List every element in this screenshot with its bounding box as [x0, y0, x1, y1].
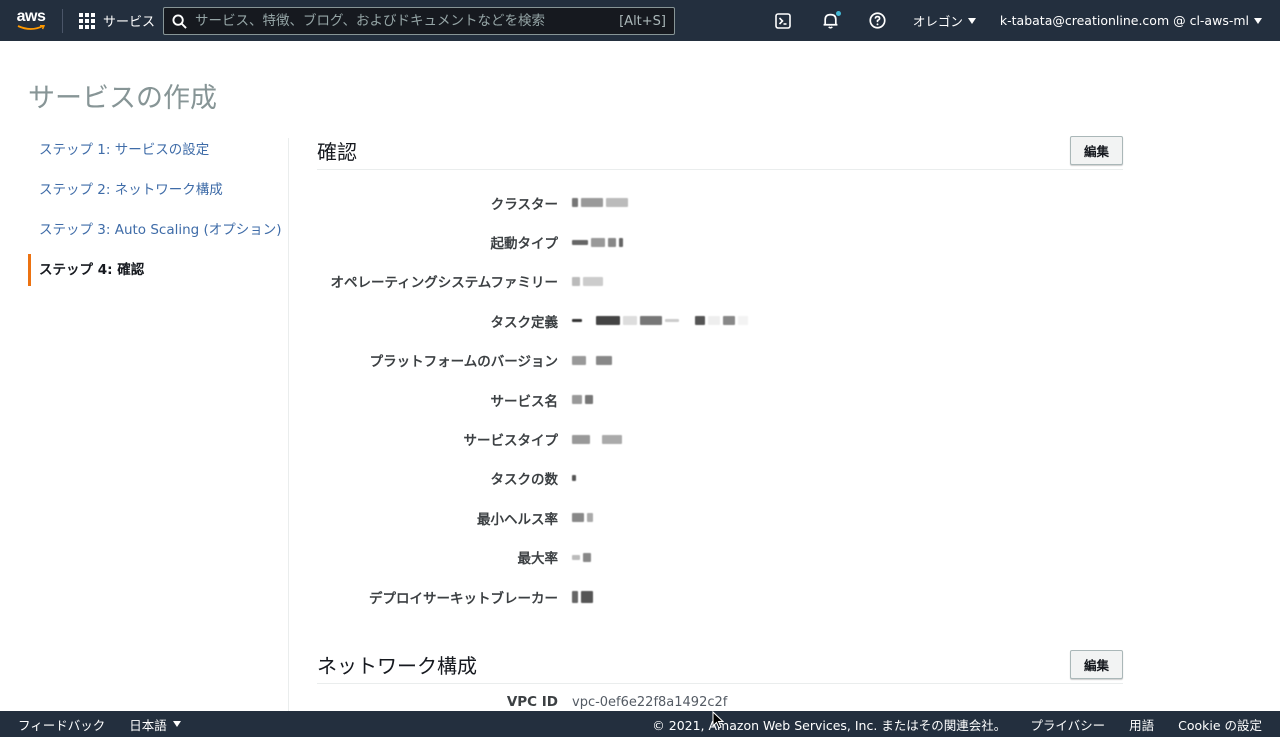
terms-link[interactable]: 用語 [1129, 715, 1154, 734]
redacted-value [572, 355, 612, 365]
redacted-value [572, 198, 628, 208]
redacted-value [572, 237, 623, 247]
review-row-task-definition: タスク定義 [317, 301, 1123, 340]
search-icon [172, 13, 187, 29]
services-menu-button[interactable]: サービス [63, 0, 171, 41]
feedback-link[interactable]: フィードバック [18, 715, 105, 734]
step-4-current: ステップ 4: 確認 [28, 254, 288, 286]
row-label: オペレーティングシステムファミリー [330, 275, 558, 292]
account-menu[interactable]: k-tabata@creationline.com @ cl-aws-ml [988, 0, 1280, 41]
row-label: 起動タイプ [490, 236, 559, 253]
aws-smile-icon [17, 25, 45, 30]
cloudshell-icon [775, 12, 792, 29]
review-row-service-name: サービス名 [317, 380, 1123, 419]
redacted-value [572, 552, 591, 562]
footer: フィードバック 日本語 © 2021, Amazon Web Services,… [0, 711, 1280, 737]
review-row-task-count: タスクの数 [317, 459, 1123, 498]
row-label: サービスタイプ [463, 433, 559, 450]
review-row-cluster: クラスター [317, 183, 1123, 222]
review-row-min-healthy: 最小ヘルス率 [317, 498, 1123, 537]
row-label: 最大率 [517, 551, 559, 568]
notifications-button[interactable] [807, 0, 854, 41]
step-1-link[interactable]: ステップ 1: サービスの設定 [28, 134, 288, 166]
redacted-value [572, 395, 593, 405]
caret-down-icon [1254, 17, 1262, 24]
language-label: 日本語 [129, 717, 167, 733]
review-row-platform-version: プラットフォームのバージョン [317, 341, 1123, 380]
network-title: ネットワーク構成 [317, 654, 477, 678]
mouse-cursor-icon [712, 711, 724, 729]
redacted-value [572, 590, 593, 603]
redacted-value [572, 475, 576, 482]
account-label: k-tabata@creationline.com @ cl-aws-ml [999, 13, 1249, 28]
search-input[interactable] [195, 13, 620, 29]
row-label: デプロイサーキットブレーカー [369, 590, 558, 607]
row-label: 最小ヘルス率 [477, 511, 558, 528]
vpc-id-value: vpc-0ef6e22f8a1492c2f [572, 694, 728, 710]
review-title: 確認 [317, 140, 357, 164]
cloudshell-button[interactable] [760, 0, 807, 41]
page-title: サービスの作成 [28, 83, 217, 114]
redacted-value [572, 316, 748, 326]
search-shortcut-hint: [Alt+S] [619, 13, 666, 29]
cookie-settings-link[interactable]: Cookie の設定 [1178, 715, 1262, 734]
row-label: タスク定義 [490, 314, 559, 331]
redacted-value [572, 276, 603, 286]
row-label: クラスター [490, 196, 558, 213]
step-3-link[interactable]: ステップ 3: Auto Scaling (オプション) [28, 214, 288, 246]
review-row-service-type: サービスタイプ [317, 419, 1123, 458]
aws-logo[interactable]: aws [0, 0, 62, 41]
region-selector[interactable]: オレゴン [901, 0, 988, 41]
help-icon [869, 12, 886, 29]
wizard-steps: ステップ 1: サービスの設定 ステップ 2: ネットワーク構成 ステップ 3:… [28, 134, 288, 294]
top-navigation: aws サービス [Alt+S] [0, 0, 1280, 41]
row-label: タスクの数 [490, 472, 559, 489]
search-box[interactable]: [Alt+S] [163, 7, 675, 35]
grid-icon [79, 12, 95, 29]
redacted-value [572, 513, 593, 523]
caret-down-icon [172, 721, 181, 727]
step-2-link[interactable]: ステップ 2: ネットワーク構成 [28, 174, 288, 206]
caret-down-icon [967, 17, 976, 24]
copyright-text: © 2021, Amazon Web Services, Inc. またはその関… [652, 717, 1007, 733]
network-section: ネットワーク構成 編集 VPC ID vpc-0ef6e22f8a1492c2f [317, 648, 1123, 720]
redacted-value [572, 434, 622, 444]
review-row-launch-type: 起動タイプ [317, 222, 1123, 261]
aws-logo-text: aws [16, 8, 46, 25]
row-label: サービス名 [490, 393, 559, 410]
review-row-circuit-breaker: デプロイサーキットブレーカー [317, 577, 1123, 616]
row-label: プラットフォームのバージョン [369, 354, 558, 371]
vpc-id-label: VPC ID [506, 694, 558, 710]
help-button[interactable] [854, 0, 901, 41]
network-edit-button[interactable]: 編集 [1069, 650, 1123, 679]
region-label: オレゴン [912, 14, 963, 29]
review-row-os-family: オペレーティングシステムファミリー [317, 262, 1123, 301]
privacy-link[interactable]: プライバシー [1030, 715, 1105, 734]
review-row-max-percent: 最大率 [317, 538, 1123, 577]
notification-dot [835, 11, 841, 16]
review-edit-button[interactable]: 編集 [1069, 136, 1123, 165]
sidebar-divider [288, 138, 289, 718]
services-label: サービス [103, 15, 156, 30]
language-selector[interactable]: 日本語 [129, 715, 181, 734]
review-section: 確認 編集 クラスター 起動タイプ オペレーティングシステムファミリー タスク定… [317, 134, 1123, 616]
